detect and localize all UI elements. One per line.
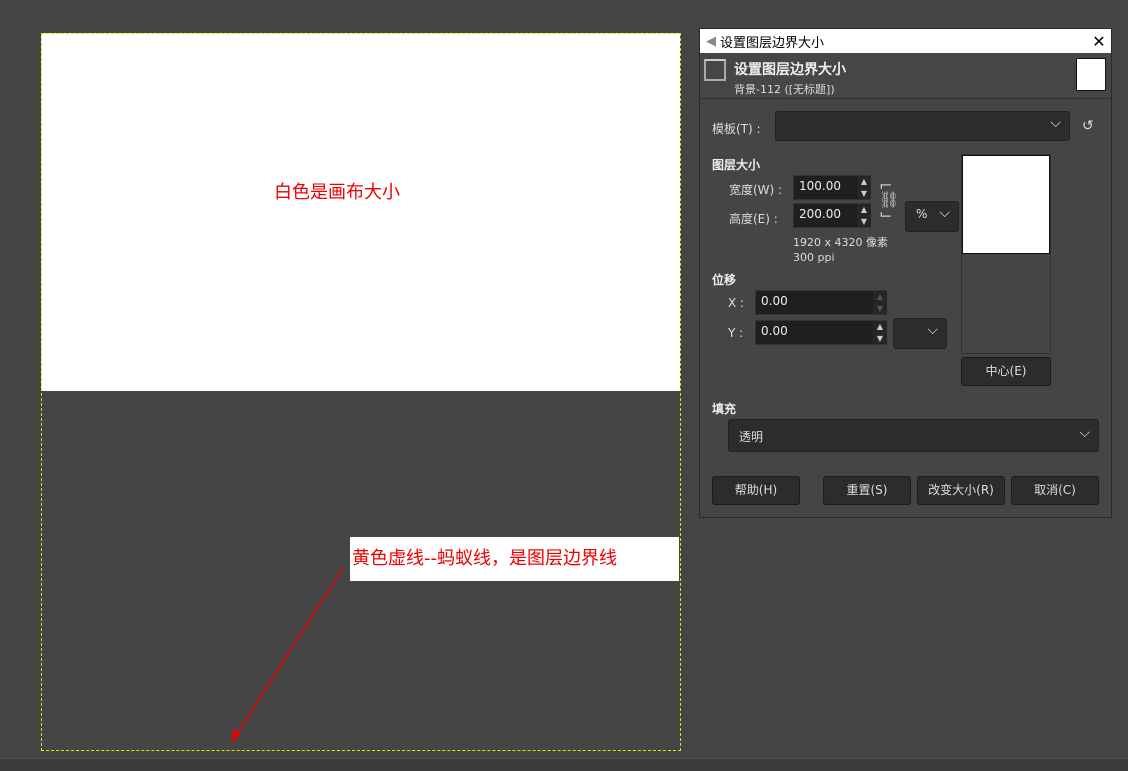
width-label: 宽度(W) :: [729, 183, 783, 197]
layer-resize-icon: [704, 59, 726, 81]
dialog-titlebar: ◀ 设置图层边界大小 ✕: [700, 29, 1111, 53]
resolution: 300 ppi: [793, 251, 835, 264]
layer-size-label: 图层大小: [712, 158, 761, 172]
window-title: 设置图层边界大小: [720, 35, 825, 51]
fill-label: 填充: [712, 402, 737, 416]
cancel-button[interactable]: 取消(C): [1011, 476, 1099, 505]
x-label: X :: [728, 296, 745, 310]
fill-select[interactable]: 透明 ⌵: [728, 419, 1099, 452]
status-bar: [0, 758, 1128, 771]
chevron-down-icon: ⌵: [1050, 115, 1061, 131]
header-subtitle: 背景-112 ([无标题]): [734, 83, 835, 96]
help-button[interactable]: 帮助(H): [712, 476, 800, 505]
header-title: 设置图层边界大小: [734, 62, 846, 78]
resize-button[interactable]: 改变大小(R): [917, 476, 1005, 505]
reset-button[interactable]: 重置(S): [823, 476, 911, 505]
template-label: 模板(T) :: [712, 122, 761, 136]
close-button[interactable]: ✕: [1087, 32, 1111, 51]
offset-y-spinner[interactable]: ▲ ▼: [873, 321, 887, 344]
template-select[interactable]: ⌵: [775, 111, 1070, 141]
pixel-size: 1920 x 4320 像素: [793, 236, 888, 249]
offset-unit-select[interactable]: ⌵: [893, 318, 947, 349]
y-label: Y :: [728, 326, 744, 340]
gimp-icon: ◀: [706, 33, 716, 49]
chevron-down-icon: ⌵: [1079, 425, 1090, 441]
offset-preview[interactable]: [961, 154, 1051, 354]
chevron-down-icon: ⌵: [939, 205, 950, 221]
size-unit-select[interactable]: % ⌵: [905, 201, 959, 232]
width-spinner[interactable]: ▲ ▼: [857, 176, 871, 199]
height-label: 高度(E) :: [729, 212, 778, 226]
offset-label: 位移: [712, 273, 737, 287]
offset-y-input[interactable]: 0.00: [755, 320, 887, 345]
chevron-down-icon: ⌵: [927, 322, 938, 338]
dialog-header: 设置图层边界大小 背景-112 ([无标题]): [700, 53, 1111, 99]
center-button[interactable]: 中心(E): [961, 357, 1051, 386]
layer-preview-thumbnail: [1076, 58, 1106, 91]
height-spinner[interactable]: ▲ ▼: [857, 204, 871, 227]
chain-link-icon[interactable]: ⌐ ⛓ ⌙: [879, 178, 899, 222]
offset-x-input[interactable]: 0.00: [755, 290, 887, 315]
reset-template-icon[interactable]: ↺: [1082, 118, 1094, 134]
offset-x-spinner[interactable]: ▲ ▼: [873, 291, 887, 314]
set-layer-boundary-dialog: ◀ 设置图层边界大小 ✕ 设置图层边界大小 背景-112 ([无标题]) 模板(…: [699, 28, 1112, 518]
